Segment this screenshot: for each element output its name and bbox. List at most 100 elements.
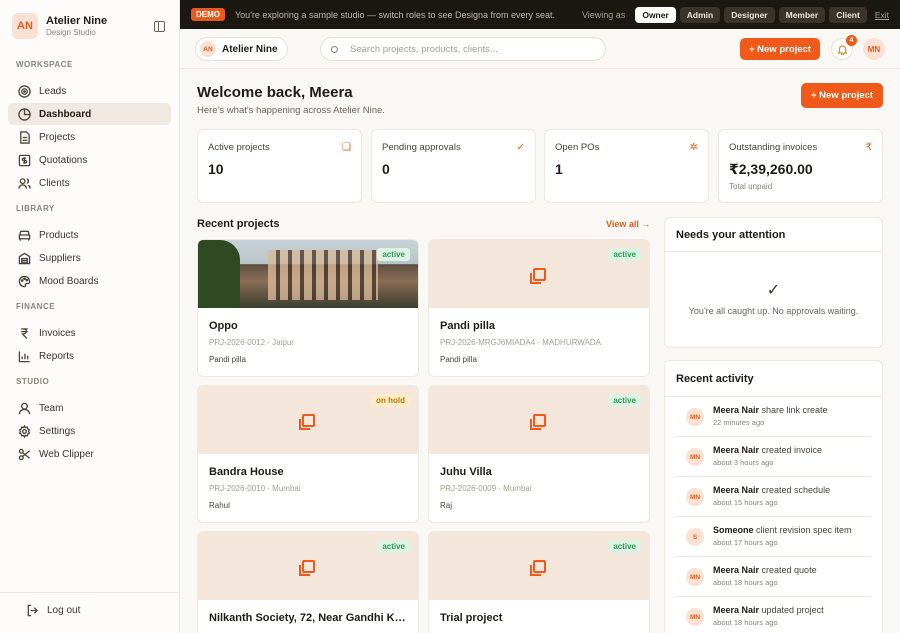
sidebar-item-clients[interactable]: Clients (8, 172, 171, 194)
sidebar-item-suppliers[interactable]: Suppliers (8, 247, 171, 269)
view-all-link[interactable]: View all → (606, 219, 650, 229)
stat-card-open-pos[interactable]: Open POs 1 ✲ (544, 129, 709, 203)
project-placeholder-icon (529, 559, 546, 576)
sidebar-item-invoices[interactable]: Invoices (8, 322, 171, 344)
role-designer-button[interactable]: Designer (724, 6, 775, 23)
page-title: Welcome back, Meera (197, 84, 353, 101)
stat-card-active-projects[interactable]: Active projects 10 ❏ (197, 129, 362, 203)
project-name: Pandi pilla (440, 320, 496, 332)
notification-count: 4 (846, 35, 857, 46)
new-project-main-button[interactable]: + New project (801, 83, 883, 108)
sidebar-item-mood-boards[interactable]: Mood Boards (8, 270, 171, 292)
project-client: Pandi pilla (209, 355, 246, 364)
sidebar-item-leads[interactable]: Leads (8, 80, 171, 102)
sidebar-item-label: Team (39, 402, 64, 414)
sidebar-item-team[interactable]: Team (8, 397, 171, 419)
sidebar-item-label: Leads (39, 85, 67, 97)
activity-item[interactable]: MN Meera Nair updated project about 18 h… (676, 597, 871, 633)
project-meta: PRJ-2026-MRGJ6MIADA4 · MADHURWADA (440, 338, 638, 347)
users-icon (17, 176, 31, 190)
status-badge: active (608, 540, 641, 553)
sidebar-item-label: Dashboard (39, 108, 92, 120)
scissors-icon (17, 447, 31, 461)
sidebar-item-reports[interactable]: Reports (8, 345, 171, 367)
sidebar-item-label: Mood Boards (39, 275, 99, 287)
project-card[interactable]: active Trial project (428, 531, 650, 633)
role-client-button[interactable]: Client (829, 6, 867, 23)
activity-action: share link create (759, 405, 828, 415)
stat-card-outstanding-invoices[interactable]: Outstanding invoices ₹2,39,260.00 Total … (718, 129, 883, 203)
sidebar-item-web-clipper[interactable]: Web Clipper (8, 443, 171, 465)
logout-label: Log out (47, 604, 81, 616)
project-code: PRJ-2026-MRGJ6MIADA4 (440, 338, 536, 347)
project-name: Oppo (209, 320, 238, 332)
palette-icon (17, 274, 31, 288)
stat-subtext: Total unpaid (729, 182, 773, 191)
recent-projects-title: Recent projects (197, 218, 280, 230)
demo-badge: DEMO (191, 8, 225, 21)
role-admin-button[interactable]: Admin (679, 6, 721, 23)
project-photo: active (198, 240, 418, 308)
stat-value: 1 (555, 161, 563, 177)
sidebar-item-label: Reports (39, 350, 75, 362)
exit-demo-link[interactable]: Exit (875, 10, 889, 20)
new-project-button[interactable]: + New project (740, 38, 820, 60)
search-input[interactable]: Search projects, products, clients... (320, 37, 606, 61)
avatar: MN (686, 488, 704, 506)
brand-subtitle: Design Studio (46, 28, 96, 37)
studio-switcher[interactable]: AN Atelier Nine (195, 37, 288, 61)
project-name: Trial project (440, 612, 503, 624)
activity-actor: Someone (713, 525, 754, 535)
attention-message: You're all caught up. No approvals waiti… (688, 306, 859, 316)
project-card[interactable]: active Juhu Villa PRJ-2026-0009 · Mumbai… (428, 385, 650, 523)
sidebar-item-dashboard[interactable]: Dashboard (8, 103, 171, 125)
project-card[interactable]: active Nilkanth Society, 72, Near Gandhi… (197, 531, 419, 633)
activity-time: about 15 hours ago (713, 498, 778, 507)
sidebar: AN Atelier Nine Design Studio WORKSPACE … (0, 0, 180, 633)
activity-item[interactable]: MN Meera Nair created quote about 18 hou… (676, 557, 871, 597)
project-thumbnail: active (429, 386, 649, 454)
sidebar-item-products[interactable]: Products (8, 224, 171, 246)
logout-button[interactable]: Log out (16, 599, 180, 621)
stat-label: Active projects (208, 142, 270, 153)
project-city: · Mumbai (498, 484, 532, 493)
avatar: MN (686, 568, 704, 586)
status-badge: active (608, 394, 641, 407)
stat-value: ₹2,39,260.00 (729, 161, 813, 177)
project-card[interactable]: active Pandi pilla PRJ-2026-MRGJ6MIADA4 … (428, 239, 650, 377)
status-badge: on hold (371, 394, 410, 407)
activity-panel: Recent activity MN Meera Nair share link… (664, 360, 883, 633)
role-member-button[interactable]: Member (778, 6, 826, 23)
activity-item[interactable]: MN Meera Nair created invoice about 3 ho… (676, 437, 871, 477)
sidebar-item-settings[interactable]: Settings (8, 420, 171, 442)
stat-value: 10 (208, 161, 224, 177)
project-city: · Mumbai (267, 484, 301, 493)
collapse-sidebar-icon[interactable] (154, 21, 165, 32)
stat-card-pending-approvals[interactable]: Pending approvals 0 ✓ (371, 129, 536, 203)
activity-item[interactable]: S Someone client revision spec item abou… (676, 517, 871, 557)
rupee-icon: ₹ (865, 142, 872, 153)
role-owner-button[interactable]: Owner (635, 6, 676, 23)
project-card[interactable]: active Oppo PRJ-2026-0012 · Jaipur Pandi… (197, 239, 419, 377)
sidebar-item-projects[interactable]: Projects (8, 126, 171, 148)
activity-item[interactable]: MN Meera Nair created schedule about 15 … (676, 477, 871, 517)
activity-time: about 18 hours ago (713, 578, 778, 587)
avatar: MN (686, 408, 704, 426)
activity-action: client revision spec item (753, 525, 852, 535)
notifications-button[interactable]: 4 (831, 35, 857, 60)
attention-panel: Needs your attention ✓ You're all caught… (664, 217, 883, 348)
user-avatar[interactable]: MN (863, 38, 885, 60)
project-code: PRJ-2026-0012 (209, 338, 266, 347)
activity-time: about 3 hours ago (713, 458, 774, 467)
brand-name: Atelier Nine (46, 15, 108, 27)
sidebar-item-quotations[interactable]: Quotations (8, 149, 171, 171)
project-card[interactable]: on hold Bandra House PRJ-2026-0010 · Mum… (197, 385, 419, 523)
activity-item[interactable]: MN Meera Nair share link create 22 minut… (676, 397, 871, 437)
stat-label: Outstanding invoices (729, 142, 818, 153)
activity-actor: Meera Nair (713, 605, 760, 615)
document-icon (17, 130, 31, 144)
check-icon: ✓ (766, 282, 781, 299)
project-client: Rahul (209, 501, 230, 510)
sidebar-item-label: Quotations (39, 154, 88, 166)
box-icon: ❏ (342, 142, 351, 153)
